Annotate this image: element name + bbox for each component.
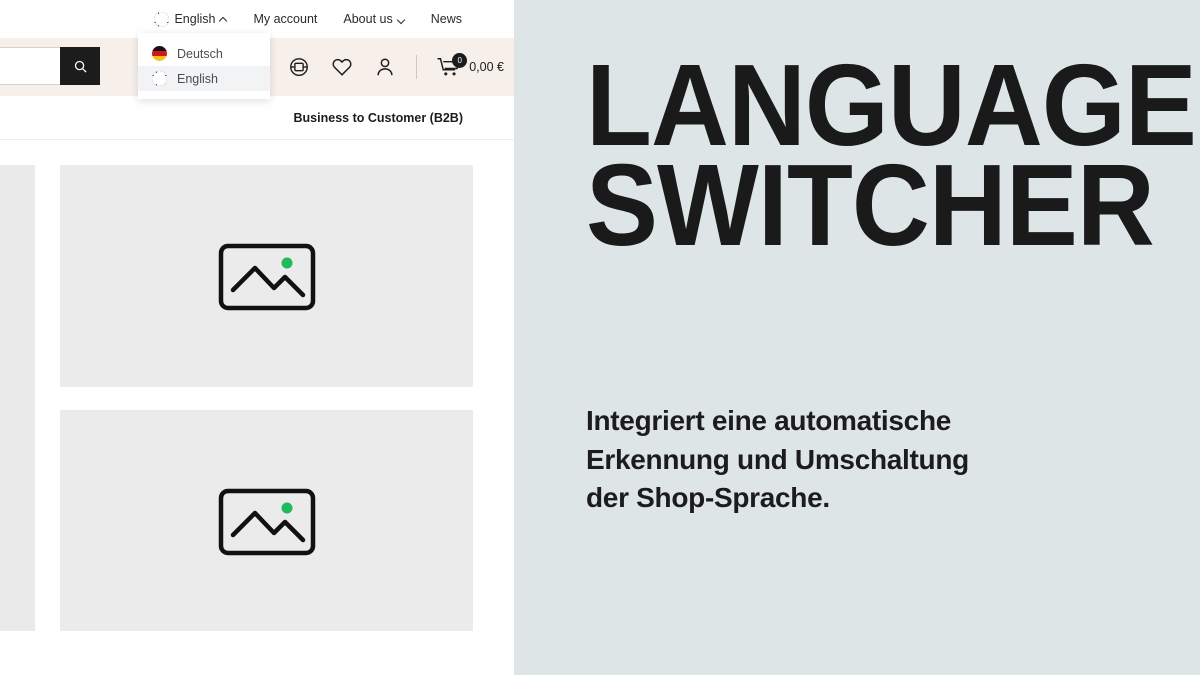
- nav-item-label: About us: [343, 12, 393, 26]
- wishlist-heart-icon[interactable]: [330, 55, 354, 79]
- chevron-down-icon: [398, 16, 405, 23]
- promo-subtitle-line-3: der Shop-Sprache.: [586, 482, 830, 514]
- language-option-label: English: [177, 71, 218, 86]
- b2b-row: Business to Customer (B2B): [0, 96, 514, 140]
- chevron-up-icon: [220, 16, 227, 23]
- cart-total: 0,00 €: [469, 60, 504, 74]
- nav-item-about-us[interactable]: About us: [343, 12, 404, 26]
- nav-item-news[interactable]: News: [431, 12, 462, 26]
- compare-icon[interactable]: [287, 55, 311, 79]
- promo-title-line-2: SWITCHER: [586, 139, 1155, 270]
- header-icon-group: 0 0,00 €: [287, 38, 504, 96]
- account-person-icon[interactable]: [373, 55, 397, 79]
- screenshot-root: English My account About us News 0 0,00 …: [0, 0, 1200, 675]
- language-option-deutsch[interactable]: Deutsch: [138, 41, 270, 66]
- content-placeholder-block: [60, 165, 473, 387]
- nav-item-my-account[interactable]: My account: [253, 12, 317, 26]
- sidebar-placeholder: [0, 165, 35, 631]
- promo-subtitle: Integriert eine automatische Erkennung u…: [586, 402, 1096, 518]
- shop-preview-panel: English My account About us News 0 0,00 …: [0, 0, 514, 675]
- header-divider: [416, 55, 418, 79]
- language-switcher-label: English: [174, 12, 216, 26]
- cart-button[interactable]: 0 0,00 €: [436, 53, 504, 78]
- b2b-label: Business to Customer (B2B): [293, 110, 463, 125]
- search-button[interactable]: [60, 47, 100, 85]
- language-option-english[interactable]: English: [138, 66, 270, 91]
- nav-item-label: My account: [253, 12, 318, 26]
- language-dropdown-menu[interactable]: Deutsch English: [138, 33, 270, 99]
- search-input[interactable]: [0, 47, 60, 85]
- uk-flag-icon: [152, 71, 167, 86]
- promo-panel: LANGUAGE SWITCHER Integriert eine automa…: [514, 0, 1200, 675]
- search-icon: [74, 60, 87, 73]
- cart-badge-count: 0: [452, 53, 468, 68]
- image-placeholder-icon: [218, 243, 315, 311]
- language-option-label: Deutsch: [177, 46, 223, 61]
- de-flag-icon: [152, 46, 167, 61]
- content-placeholder-block: [60, 410, 473, 631]
- promo-title: LANGUAGE SWITCHER: [586, 47, 1197, 270]
- promo-subtitle-line-2: Erkennung und Umschaltung: [586, 443, 969, 475]
- search-box[interactable]: [0, 47, 100, 85]
- image-placeholder-icon: [218, 488, 315, 555]
- promo-subtitle-line-1: Integriert eine automatische: [586, 405, 952, 436]
- nav-item-label: News: [430, 12, 462, 26]
- uk-flag-icon: [154, 11, 170, 27]
- language-switcher-trigger[interactable]: English: [154, 11, 227, 27]
